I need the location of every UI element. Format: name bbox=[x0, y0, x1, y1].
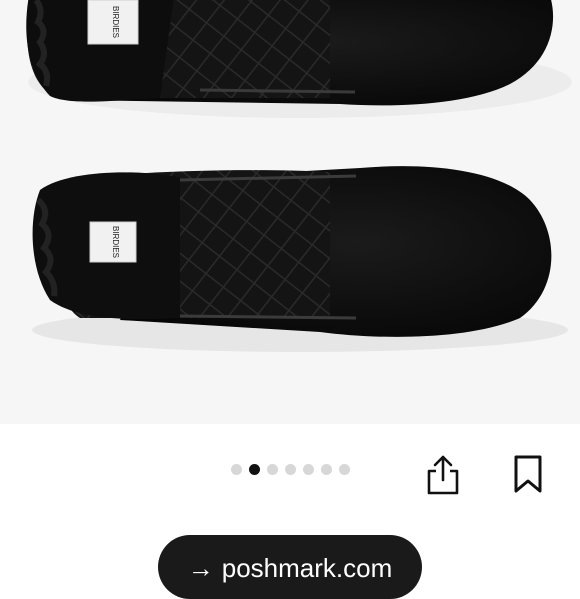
bottom-slipper: BIRDIES bbox=[32, 166, 568, 352]
bookmark-button[interactable] bbox=[508, 452, 548, 496]
carousel-dot[interactable] bbox=[285, 463, 296, 475]
divider bbox=[0, 424, 580, 432]
carousel-dot[interactable] bbox=[321, 463, 332, 475]
arrow-right-icon: → bbox=[187, 553, 214, 583]
product-photo[interactable]: BIRDIES BIRDIES bbox=[0, 0, 580, 424]
share-button[interactable] bbox=[422, 452, 464, 496]
carousel-dot[interactable] bbox=[231, 463, 242, 475]
carousel-dots[interactable] bbox=[231, 463, 350, 475]
carousel-dot[interactable] bbox=[249, 463, 260, 475]
share-icon bbox=[427, 455, 459, 495]
carousel-dot[interactable] bbox=[303, 463, 314, 475]
carousel-dot[interactable] bbox=[267, 463, 278, 475]
carousel-dot[interactable] bbox=[339, 463, 350, 475]
bookmark-icon bbox=[514, 455, 542, 493]
brand-label-bottom: BIRDIES bbox=[111, 226, 120, 258]
top-slipper: BIRDIES bbox=[26, 0, 572, 118]
poshmark-link-text: poshmark.com bbox=[221, 553, 393, 583]
poshmark-link-button[interactable]: → poshmark.com bbox=[158, 535, 422, 599]
brand-label-top: BIRDIES bbox=[111, 6, 120, 38]
